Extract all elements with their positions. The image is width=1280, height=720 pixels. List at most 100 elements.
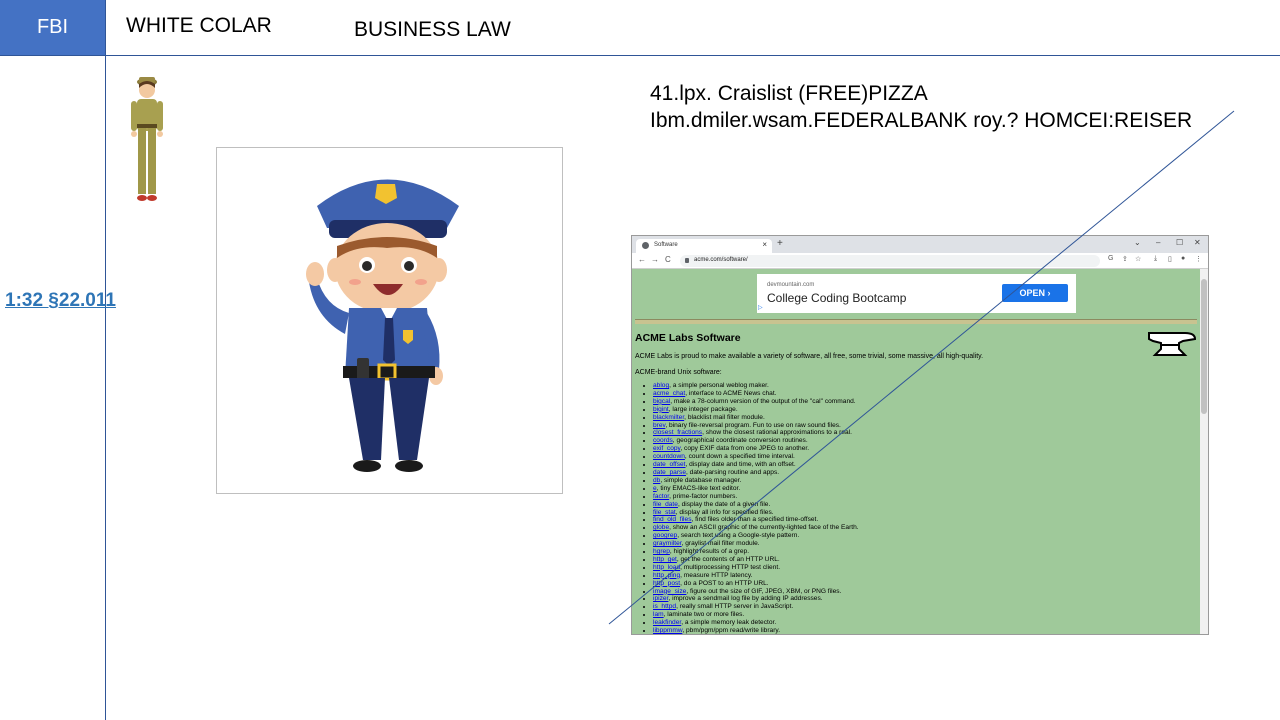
unix-software-heading: ACME-brand Unix software: — [635, 369, 722, 376]
software-link[interactable]: graymilter — [653, 540, 682, 547]
google-icon[interactable]: G — [1108, 255, 1113, 262]
ad-domain: devmountain.com — [767, 282, 815, 288]
close-window-icon[interactable]: ✕ — [1194, 238, 1201, 247]
lock-icon — [685, 258, 689, 263]
software-list-item: libppmmw, pbm/pgm/ppm read/write library… — [653, 627, 859, 635]
back-icon[interactable]: ← — [638, 255, 646, 264]
software-list-item: leakfinder, a simple memory leak detecto… — [653, 619, 859, 627]
software-link[interactable]: coords — [653, 437, 673, 444]
intro-text: ACME Labs is proud to make available a v… — [635, 353, 984, 360]
software-list-item: date_parse, date-parsing routine and app… — [653, 469, 859, 477]
software-list-item: bigcal, make a 78-column version of the … — [653, 398, 859, 406]
software-description: , show the closest rational approximatio… — [702, 429, 853, 437]
software-link[interactable]: closest_fractions — [653, 429, 702, 436]
ad-banner[interactable]: devmountain.com College Coding Bootcamp … — [757, 274, 1076, 313]
software-link[interactable]: http_get — [653, 556, 677, 563]
software-description: , find files older than a specified time… — [691, 516, 819, 524]
reload-icon[interactable]: C — [665, 255, 671, 264]
software-link[interactable]: find_old_files — [653, 516, 692, 523]
ad-choices-icon[interactable]: ▷ — [758, 304, 763, 311]
software-description: , prime-factor numbers. — [669, 492, 738, 500]
software-list-item: image_size, figure out the size of GIF, … — [653, 588, 859, 596]
ad-title: College Coding Bootcamp — [767, 291, 907, 305]
software-link[interactable]: bigint — [653, 406, 669, 413]
browser-tab[interactable]: Software × — [636, 239, 772, 253]
download-icon[interactable]: ⤓ — [1154, 255, 1157, 263]
software-list-item: ablog, a simple personal weblog maker. — [653, 382, 859, 390]
notes-text: 41.lpx. Craislist (FREE)PIZZA Ibm.dmiler… — [650, 80, 1192, 134]
software-link[interactable]: hgrep — [653, 548, 670, 555]
software-description: , measure HTTP latency. — [680, 571, 753, 579]
menu-icon[interactable]: ⋮ — [1195, 255, 1202, 263]
software-link[interactable]: ablog — [653, 382, 669, 389]
software-link[interactable]: http_post — [653, 580, 680, 587]
browser-tab-bar: Software × + ⌄ – ☐ ✕ — [632, 236, 1208, 253]
software-description: , pbm/pgm/ppm read/write library. — [682, 627, 781, 635]
minimize-icon[interactable]: – — [1156, 238, 1160, 247]
fbi-label: FBI — [36, 16, 69, 38]
tab-close-icon[interactable]: × — [762, 240, 767, 249]
software-link[interactable]: is_httpd — [653, 603, 676, 610]
software-link[interactable]: countdown — [653, 453, 685, 460]
sidepanel-icon[interactable]: ▯ — [1168, 255, 1172, 263]
software-description: , count down a specified time interval. — [684, 453, 795, 461]
software-link[interactable]: http_ping — [653, 572, 680, 579]
software-list-item: hgrep, highlight results of a grep. — [653, 548, 859, 556]
software-description: , display date and time, with an offset. — [685, 461, 796, 469]
software-list-item: closest_fractions, show the closest rati… — [653, 429, 859, 437]
statute-link[interactable]: 1:32 §22.011 — [5, 290, 116, 312]
address-bar[interactable]: acme.com/software/ — [680, 255, 1100, 267]
new-tab-icon[interactable]: + — [777, 238, 783, 249]
software-list-item: coords, geographical coordinate conversi… — [653, 437, 859, 445]
software-link[interactable]: googrep — [653, 532, 677, 539]
software-link[interactable]: date_parse — [653, 469, 686, 476]
software-link[interactable]: leakfinder — [653, 619, 681, 626]
software-link[interactable]: brev — [653, 422, 665, 429]
software-description: , get the contents of an HTTP URL. — [676, 555, 780, 563]
software-list: ablog, a simple personal weblog maker.ac… — [642, 382, 859, 635]
tab-search-icon[interactable]: ⌄ — [1134, 238, 1141, 247]
software-description: , a simple memory leak detector. — [681, 619, 777, 627]
software-link[interactable]: factor — [653, 493, 669, 500]
page-heading: ACME Labs Software — [635, 332, 741, 344]
software-description: , do a POST to an HTTP URL. — [680, 579, 769, 587]
maximize-icon[interactable]: ☐ — [1176, 238, 1183, 247]
software-link[interactable]: acme_chat — [653, 390, 685, 397]
software-link[interactable]: image_size — [653, 588, 686, 595]
software-list-item: blackmilter, blacklist mail filter modul… — [653, 414, 859, 422]
software-link[interactable]: exif_copy — [653, 445, 680, 452]
address-url: acme.com/software/ — [694, 257, 748, 263]
share-icon[interactable]: ⇪ — [1122, 255, 1128, 263]
profile-icon[interactable]: ● — [1181, 255, 1185, 262]
ad-open-button[interactable]: OPEN › — [1002, 284, 1068, 302]
software-list-item: bigint, large integer package. — [653, 406, 859, 414]
software-link[interactable]: globe — [653, 524, 669, 531]
software-list-item: ipizer, improve a sendmail log file by a… — [653, 595, 859, 603]
software-link[interactable]: lam — [653, 611, 664, 618]
globe-icon — [642, 242, 649, 249]
software-description: , multiprocessing HTTP test client. — [680, 563, 781, 571]
software-description: , a simple personal weblog maker. — [669, 382, 769, 389]
software-description: , simple database manager. — [660, 476, 742, 484]
software-description: , blacklist mail filter module. — [684, 413, 765, 421]
software-list-item: http_post, do a POST to an HTTP URL. — [653, 580, 859, 588]
software-link[interactable]: date_offset — [653, 461, 686, 468]
software-link[interactable]: ipizer — [653, 595, 668, 602]
software-link[interactable]: file_date — [653, 501, 678, 508]
browser-screenshot: Software × + ⌄ – ☐ ✕ ← → C acme.com/soft… — [631, 235, 1209, 635]
software-link[interactable]: bigcal — [653, 398, 670, 405]
bookmark-star-icon[interactable]: ☆ — [1135, 255, 1141, 263]
forward-icon[interactable]: → — [651, 255, 659, 264]
software-description: , laminate two or more files. — [663, 611, 745, 619]
browser-toolbar: ← → C acme.com/software/ G ⇪ ☆ ⤓ ▯ ● ⋮ — [632, 253, 1208, 269]
software-link[interactable]: libppmmw — [653, 627, 682, 634]
software-link[interactable]: blackmilter — [653, 414, 684, 421]
software-link[interactable]: file_stat — [653, 509, 676, 516]
software-description: , geographical coordinate conversion rou… — [672, 437, 808, 445]
page-scrollbar-thumb[interactable] — [1201, 279, 1207, 414]
software-list-item: acme_chat, interface to ACME News chat. — [653, 390, 859, 398]
software-description: , interface to ACME News chat. — [685, 389, 777, 397]
software-link[interactable]: http_load — [653, 564, 680, 571]
software-description: , figure out the size of GIF, JPEG, XBM,… — [686, 587, 842, 595]
fbi-label-box: FBI — [0, 0, 105, 55]
